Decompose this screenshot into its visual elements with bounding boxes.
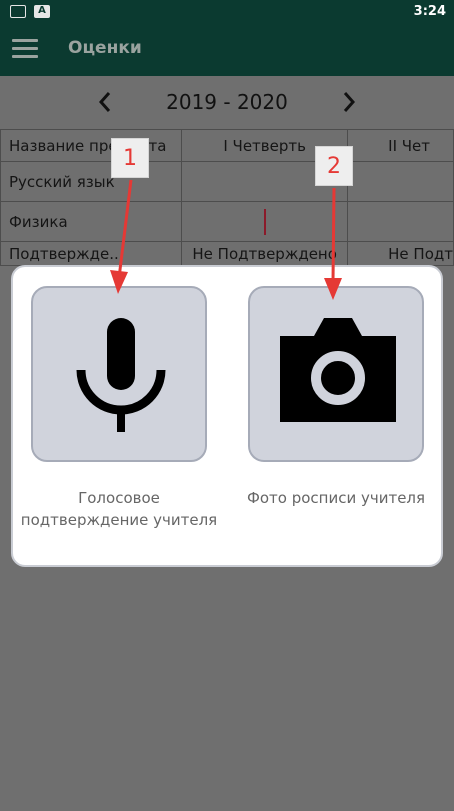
annotation-callout-2: 2 <box>315 146 353 186</box>
annotation-callout-1: 1 <box>111 138 149 178</box>
annotation-arrows <box>110 179 342 300</box>
